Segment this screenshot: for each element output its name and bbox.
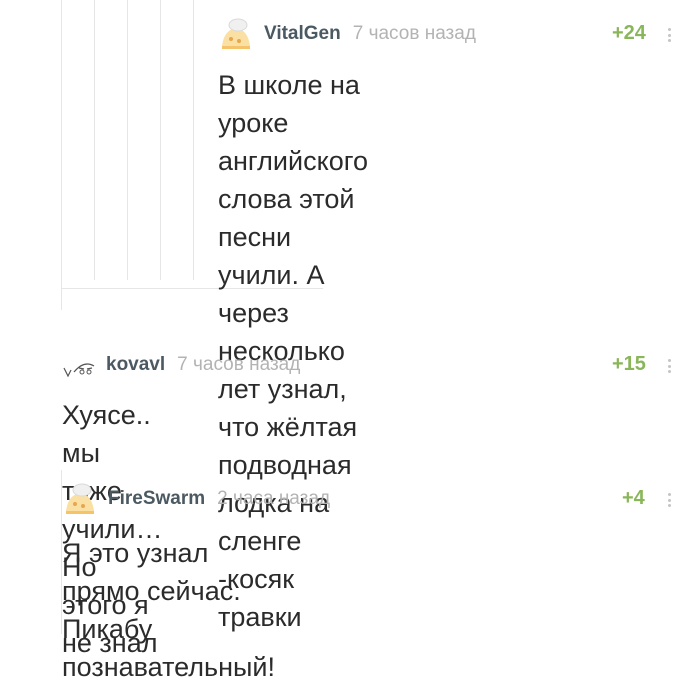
default-avatar-icon[interactable] (218, 16, 254, 52)
comment-header: VitalGen 7 часов назад (218, 16, 476, 52)
comment-time[interactable]: 7 часов назад (353, 23, 476, 45)
comment-rating: +15 (612, 353, 646, 375)
comment-header: FireSwarm 2 часа назад (62, 481, 330, 517)
comment-author[interactable]: VitalGen (264, 23, 341, 45)
more-options-icon[interactable] (668, 359, 672, 373)
thread-line (94, 0, 95, 280)
more-options-icon[interactable] (668, 28, 672, 42)
default-avatar-icon[interactable] (62, 481, 98, 517)
comment-text: Я это узнал прямо сейчас. Пикабу познава… (62, 538, 276, 682)
comment-time[interactable]: 2 часа назад (217, 488, 330, 510)
comment-author[interactable]: kovavl (106, 354, 165, 376)
thread-line (127, 0, 128, 280)
comment-rating: +4 (622, 487, 645, 509)
comment-time[interactable]: 7 часов назад (177, 354, 300, 376)
comment-header: kovavl 7 часов назад (62, 350, 300, 380)
thread-line (61, 0, 62, 310)
comment-rating: +24 (612, 22, 646, 44)
sketch-avatar-icon[interactable] (62, 350, 96, 380)
more-options-icon[interactable] (668, 493, 672, 507)
comment-author[interactable]: FireSwarm (108, 488, 205, 510)
thread-line (193, 0, 194, 280)
thread-line (160, 0, 161, 280)
